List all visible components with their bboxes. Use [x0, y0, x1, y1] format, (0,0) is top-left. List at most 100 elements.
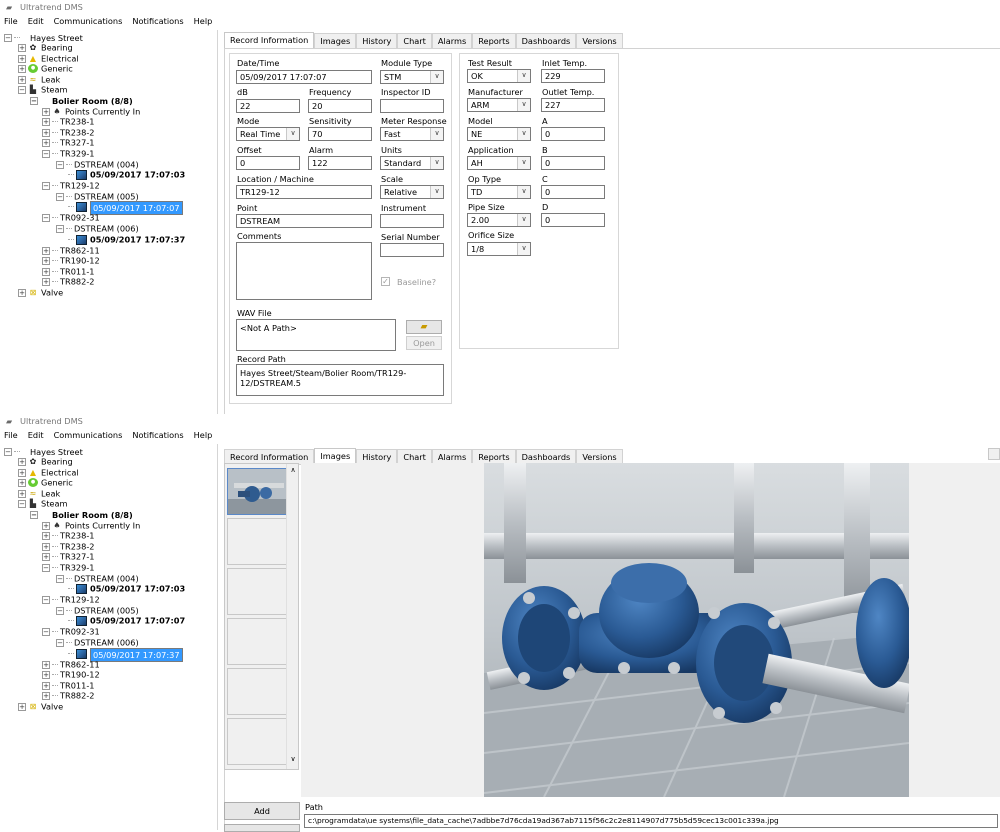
menu-edit[interactable]: Edit [23, 15, 49, 28]
collapse-icon[interactable]: − [42, 563, 50, 572]
collapse-icon[interactable]: − [56, 192, 64, 201]
comments-field[interactable] [236, 242, 372, 300]
tree-item-point[interactable]: − TR129-12 [42, 180, 100, 191]
expand-icon[interactable]: + [18, 702, 26, 711]
tree-item-point[interactable]: − TR092-31 [42, 212, 100, 223]
location-field[interactable]: TR129-12 [236, 185, 372, 199]
op-type-select[interactable]: TD ∨ [467, 185, 531, 199]
expand-icon[interactable]: + [42, 246, 50, 255]
collapse-icon[interactable]: − [30, 96, 38, 105]
expand-icon[interactable]: + [18, 43, 26, 52]
collapse-icon[interactable]: − [42, 181, 50, 190]
scale-select[interactable]: Relative ∨ [380, 185, 444, 199]
expand-icon[interactable]: + [42, 552, 50, 561]
model-select[interactable]: NE ∨ [467, 127, 531, 141]
d-field[interactable]: 0 [541, 213, 605, 227]
tree-item-stream[interactable]: − DSTREAM (004) [56, 159, 139, 170]
tree-item-point[interactable]: + TR327-1 [42, 137, 94, 148]
tree-item-point[interactable]: + TR011-1 [42, 266, 94, 277]
a-field[interactable]: 0 [541, 127, 605, 141]
tree-item-point[interactable]: + TR327-1 [42, 551, 94, 562]
outlet-temp-field[interactable]: 227 [541, 98, 605, 112]
thumbnail-selected[interactable] [227, 468, 287, 515]
open-button[interactable]: Open [406, 336, 442, 350]
expand-icon[interactable]: + [42, 107, 50, 116]
tree-root[interactable]: − Hayes Street [4, 32, 83, 43]
tab-history[interactable]: History [356, 33, 398, 49]
tree-item-record[interactable]: 05/09/2017 17:07:07 [68, 615, 185, 626]
manufacturer-select[interactable]: ARM ∨ [467, 98, 531, 112]
menu-notifications[interactable]: Notifications [127, 429, 188, 442]
instrument-field[interactable] [380, 214, 444, 228]
thumbnail-slot[interactable] [227, 668, 287, 715]
chevron-down-icon[interactable]: ∨ [287, 755, 299, 763]
browse-folder-button[interactable]: ▰ [406, 320, 442, 334]
tree-item-record[interactable]: 05/09/2017 17:07:03 [68, 169, 185, 180]
tree-item-point[interactable]: + TR190-12 [42, 255, 100, 266]
collapse-icon[interactable]: − [4, 447, 12, 456]
inlet-temp-field[interactable]: 229 [541, 69, 605, 83]
tree-item-point[interactable]: − TR329-1 [42, 562, 94, 573]
tree-item-electrical[interactable]: + ▲ Electrical [18, 53, 79, 64]
expand-icon[interactable]: + [42, 691, 50, 700]
test-result-select[interactable]: OK ∨ [467, 69, 531, 83]
thumbnail-scrollbar[interactable]: ∧ ∨ [286, 464, 298, 769]
tab-images[interactable]: Images [314, 33, 357, 49]
tree-item-points-in[interactable]: + ♠ Points Currently In [42, 520, 140, 531]
collapse-icon[interactable]: − [18, 85, 26, 94]
expand-icon[interactable]: + [42, 681, 50, 690]
tree-item-point[interactable]: − TR092-31 [42, 626, 100, 637]
tree-item-room[interactable]: − Bolier Room (8/8) [30, 95, 133, 106]
menu-edit[interactable]: Edit [23, 429, 49, 442]
thumbnail-slot[interactable] [227, 568, 287, 615]
collapse-icon[interactable]: − [30, 510, 38, 519]
menu-communications[interactable]: Communications [49, 429, 128, 442]
inspector-field[interactable] [380, 99, 444, 113]
tree-item-point[interactable]: + TR882-2 [42, 276, 94, 287]
tree-item-point[interactable]: + TR238-1 [42, 116, 94, 127]
orifice-size-select[interactable]: 1/8 ∨ [467, 242, 531, 256]
expand-icon[interactable]: + [18, 54, 26, 63]
tree-item-point[interactable]: − TR329-1 [42, 148, 94, 159]
application-select[interactable]: AH ∨ [467, 156, 531, 170]
panel-scroll-button[interactable] [988, 448, 1000, 460]
datetime-field[interactable]: 05/09/2017 17:07:07 [236, 70, 372, 84]
menu-notifications[interactable]: Notifications [127, 15, 188, 28]
point-field[interactable]: DSTREAM [236, 214, 372, 228]
tree-item-point[interactable]: + TR238-2 [42, 541, 94, 552]
tree-item-stream[interactable]: − DSTREAM (006) [56, 223, 139, 234]
tree-item-stream[interactable]: − DSTREAM (005) [56, 605, 139, 616]
tree-item-electrical[interactable]: + ▲ Electrical [18, 467, 79, 478]
tree-item-point[interactable]: − TR129-12 [42, 594, 100, 605]
frequency-field[interactable]: 20 [308, 99, 372, 113]
expand-icon[interactable]: + [18, 457, 26, 466]
collapse-icon[interactable]: − [42, 627, 50, 636]
expand-icon[interactable]: + [42, 542, 50, 551]
expand-icon[interactable]: + [42, 138, 50, 147]
units-select[interactable]: Standard ∨ [380, 156, 444, 170]
expand-icon[interactable]: + [18, 478, 26, 487]
expand-icon[interactable]: + [18, 468, 26, 477]
expand-icon[interactable]: + [42, 128, 50, 137]
tree-item-room[interactable]: − Bolier Room (8/8) [30, 509, 133, 520]
tree-item-point[interactable]: + TR238-2 [42, 127, 94, 138]
tree-root[interactable]: − Hayes Street [4, 446, 83, 457]
tree-item-stream[interactable]: − DSTREAM (004) [56, 573, 139, 584]
menu-help[interactable]: Help [189, 15, 218, 28]
expand-icon[interactable]: + [18, 64, 26, 73]
tree-item-record-selected[interactable]: 05/09/2017 17:07:07 [68, 201, 183, 215]
tree-item-leak[interactable]: + ≈ Leak [18, 74, 60, 85]
tab-dashboards[interactable]: Dashboards [515, 33, 577, 49]
expand-icon[interactable]: + [18, 489, 26, 498]
image-path-field[interactable]: c:\programdata\ue systems\file_data_cach… [304, 814, 998, 828]
tree-item-generic[interactable]: + ● Generic [18, 477, 73, 488]
tree-item-leak[interactable]: + ≈ Leak [18, 488, 60, 499]
tree-item-bearing[interactable]: + ✿ Bearing [18, 42, 73, 53]
baseline-checkbox[interactable]: ✓ [381, 277, 390, 286]
tree-item-bearing[interactable]: + ✿ Bearing [18, 456, 73, 467]
tree-item-point[interactable]: + TR011-1 [42, 680, 94, 691]
expand-icon[interactable]: + [42, 660, 50, 669]
tree-item-valve[interactable]: + ⊠ Valve [18, 701, 63, 712]
menu-file[interactable]: File [0, 15, 23, 28]
sensitivity-field[interactable]: 70 [308, 127, 372, 141]
